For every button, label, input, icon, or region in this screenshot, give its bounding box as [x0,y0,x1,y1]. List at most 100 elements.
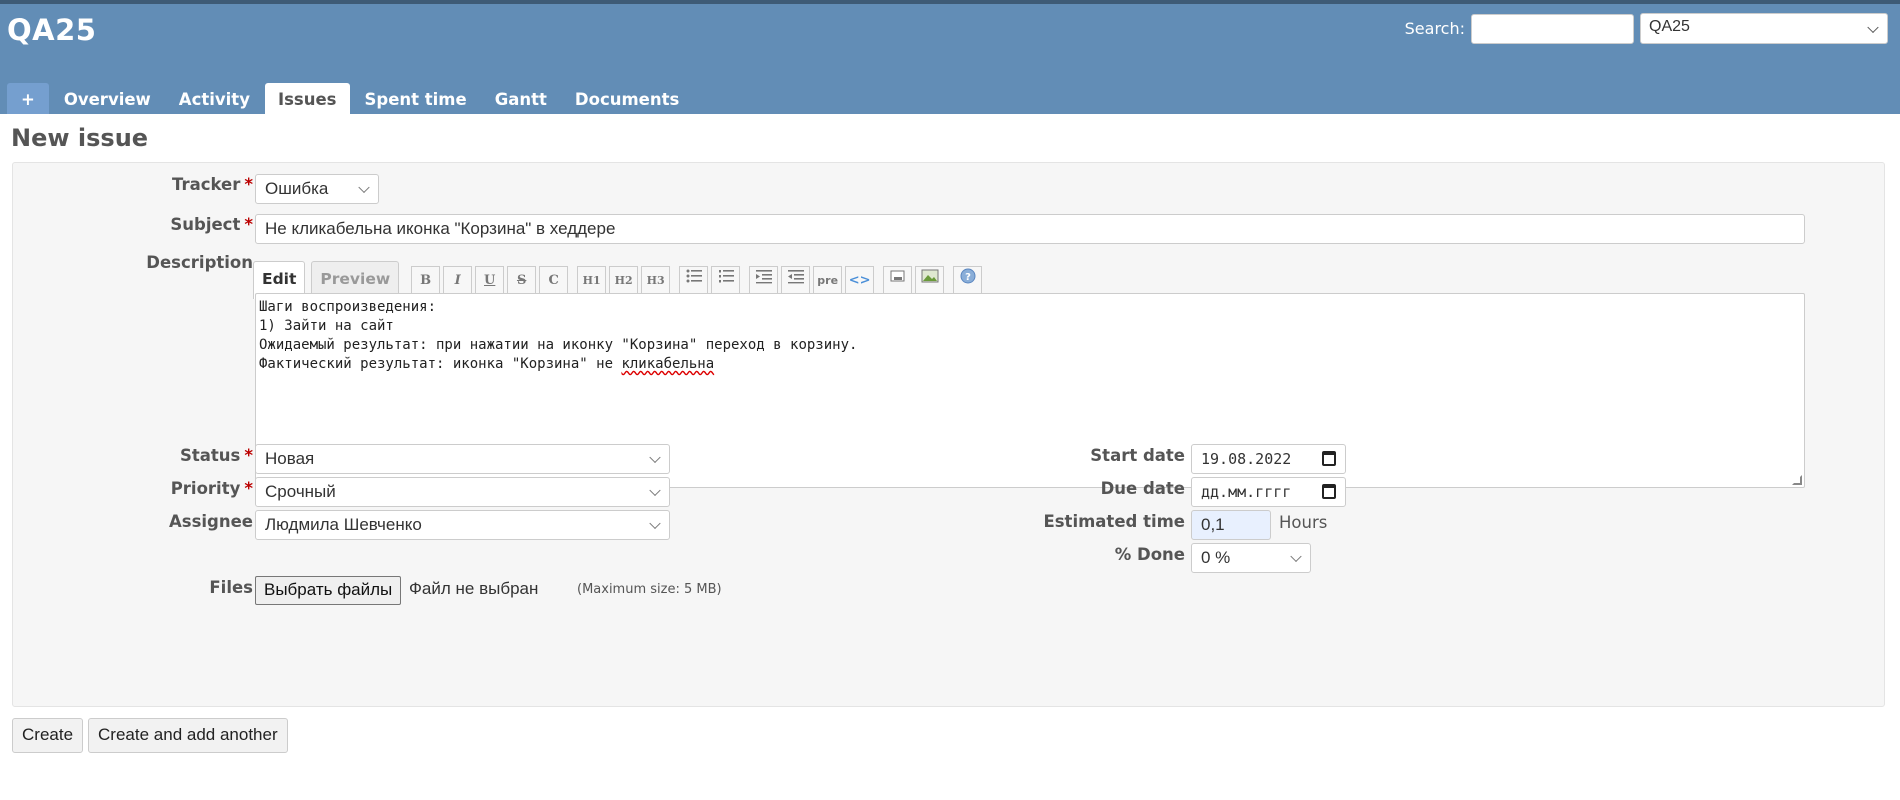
wiki-link-button[interactable] [883,266,913,295]
done-ratio-label: % Done [1114,545,1185,564]
format-group: B I U S C [411,266,571,295]
calendar-icon[interactable] [1322,484,1336,499]
strikethrough-button[interactable]: S [507,266,537,295]
due-date-label: Due date [1100,479,1185,498]
preformatted-button[interactable]: pre [813,266,843,295]
bold-button[interactable]: B [411,266,441,295]
priority-select[interactable]: Срочный [255,477,670,507]
assignee-select[interactable]: Людмила Шевченко [255,510,670,540]
tab-overview[interactable]: Overview [51,83,164,114]
tracker-value: Ошибка [265,179,329,198]
misspelled-word: кликабельна [621,356,715,372]
description-label: Description [146,253,253,272]
code-highlight-button[interactable]: <> [845,266,875,295]
required-mark: * [244,446,253,465]
search-label: Search: [1404,19,1465,38]
files-label: Files [209,578,253,597]
ordered-list-button[interactable] [711,266,741,295]
resize-handle-icon[interactable] [1792,475,1802,485]
chevron-down-icon [358,181,370,194]
ordered-list-icon [718,270,734,283]
tab-spent-time[interactable]: Spent time [352,83,480,114]
description-line: Шаги воспроизведения: [259,299,437,315]
start-date-value: 19.08.2022 [1201,450,1292,468]
content: New issue Tracker * Ошибка Subject * Не кл… [0,124,1900,753]
tab-activity[interactable]: Activity [166,83,263,114]
page-title: New issue [11,124,149,152]
project-header: QA25 Search: QA25 + Overview Activity Is… [0,4,1900,114]
done-ratio-select[interactable]: 0 % [1191,543,1311,573]
required-mark: * [244,215,253,234]
status-select[interactable]: Новая [255,444,670,474]
due-date-placeholder: дд.мм.гггг [1201,483,1292,501]
description-line: Фактический результат: иконка "Корзина" … [259,356,715,372]
file-status-text: Файл не выбран [409,579,539,598]
unordered-list-button[interactable] [679,266,709,295]
help-group: ? [953,266,985,295]
quick-search: Search: QA25 [1405,13,1888,44]
heading-1-button[interactable]: H1 [577,266,607,295]
tab-gantt[interactable]: Gantt [482,83,560,114]
required-mark: * [244,479,253,498]
wiki-link-icon [890,270,905,282]
tracker-label: Tracker * [172,175,253,194]
heading-2-button[interactable]: H2 [609,266,639,295]
form-actions: Create Create and add another [12,718,1888,753]
heading-3-button[interactable]: H3 [641,266,671,295]
hours-unit-label: Hours [1279,513,1328,532]
image-icon [921,269,939,283]
priority-value: Срочный [265,482,336,501]
done-ratio-value: 0 % [1201,548,1231,567]
due-date-input[interactable]: дд.мм.гггг [1191,477,1346,507]
tracker-select[interactable]: Ошибка [255,174,379,204]
tab-documents[interactable]: Documents [562,83,692,114]
priority-label: Priority * [170,479,253,498]
inline-code-button[interactable]: C [539,266,569,295]
chevron-down-icon [649,517,661,530]
create-button[interactable]: Create [12,718,84,753]
required-mark: * [244,175,253,194]
insert-group [883,266,947,295]
description-line: 1) Зайти на сайт [259,318,394,334]
choose-files-button[interactable]: Выбрать файлы [255,576,402,605]
tab-new-object[interactable]: + [7,83,49,114]
help-icon: ? [960,268,976,284]
assignee-label: Assignee [168,512,253,531]
start-date-input[interactable]: 19.08.2022 [1191,444,1346,474]
main-menu: + Overview Activity Issues Spent time Ga… [7,83,694,114]
block-group: pre <> [749,266,877,295]
image-button[interactable] [915,266,945,295]
project-title[interactable]: QA25 [7,13,96,47]
tab-issues[interactable]: Issues [264,83,350,114]
assignee-value: Людмила Шевченко [265,515,422,534]
status-label: Status * [179,446,253,465]
project-jump-value: QA25 [1649,18,1690,35]
calendar-icon[interactable] [1322,451,1336,466]
subject-label: Subject * [170,215,253,234]
estimated-time-label: Estimated time [1043,512,1185,531]
unquote-icon [787,270,804,284]
underline-button[interactable]: U [475,266,505,295]
project-jump-select[interactable]: QA25 [1640,13,1888,44]
help-button[interactable]: ? [953,266,983,295]
description-line: Ожидаемый результат: при нажатии на икон… [259,337,858,353]
estimated-time-input[interactable]: 0,1 [1191,510,1271,540]
chevron-down-icon [1867,21,1879,33]
status-value: Новая [265,449,315,468]
create-and-add-button[interactable]: Create and add another [88,718,288,753]
start-date-label: Start date [1090,446,1185,465]
quote-button[interactable] [749,266,779,295]
subject-input[interactable]: Не кликабельна иконка "Корзина" в хеддер… [255,214,1805,244]
quote-icon [755,270,772,284]
unordered-list-icon [686,269,702,283]
issue-form: Tracker * Ошибка Subject * Не кликабельна … [12,162,1885,707]
unquote-button[interactable] [781,266,811,295]
chevron-down-icon [1290,550,1302,563]
italic-button[interactable]: I [443,266,473,295]
chevron-down-icon [649,451,661,464]
svg-text:?: ? [965,272,971,283]
search-input[interactable] [1471,13,1634,44]
list-group [679,266,743,295]
heading-group: H1 H2 H3 [577,266,673,295]
chevron-down-icon [649,484,661,497]
